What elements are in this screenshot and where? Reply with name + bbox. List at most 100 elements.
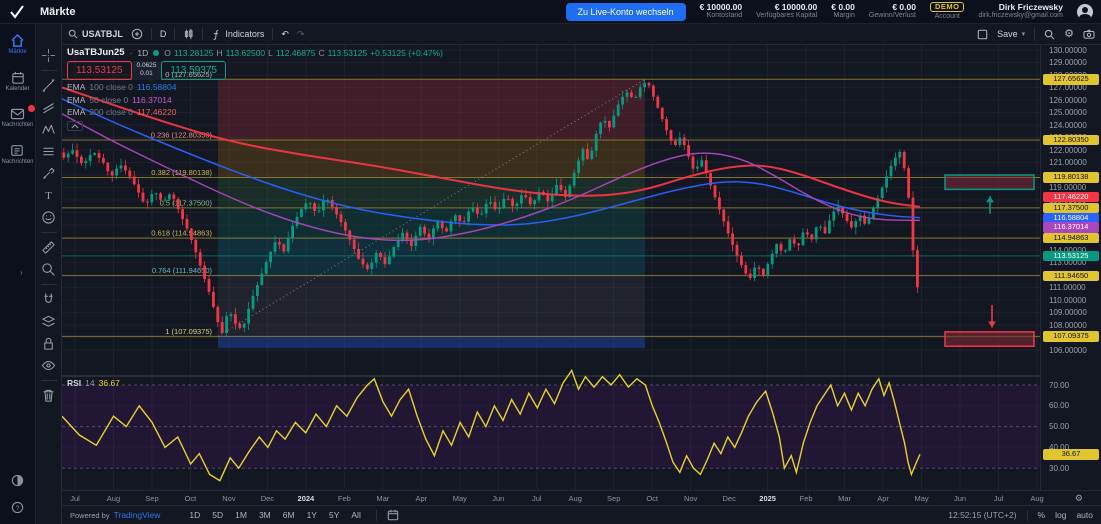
stat-label: Margin (833, 12, 854, 20)
redo-button[interactable]: ↷ (297, 29, 305, 40)
crosshair-icon[interactable] (40, 48, 57, 63)
range-buttons: 1D 5D 1M 3M 6M 1Y 5Y All (184, 509, 365, 521)
resistance-zone-rect[interactable] (945, 175, 1034, 189)
toolbar-separator (41, 70, 57, 71)
time-axis[interactable]: ⚙ JulAugSepOctNovDec2024FebMarAprMayJunJ… (62, 490, 1101, 505)
settings-gear-icon[interactable]: ⚙ (1064, 29, 1074, 40)
symbol-title[interactable]: UsaTBJun25 (67, 47, 125, 58)
range-3m[interactable]: 3M (254, 509, 276, 521)
range-5y[interactable]: 5Y (324, 509, 344, 521)
sidebar-item-nachrichten-mail[interactable]: Nachrichten (1, 108, 33, 128)
range-6m[interactable]: 6M (278, 509, 300, 521)
price-tick-label: 130.00000 (1049, 46, 1087, 55)
ema-50-legend[interactable]: EMA 50 close 0 116.37014 (67, 95, 443, 105)
sidebar-item-label: Nachrichten (1, 159, 33, 165)
range-5d[interactable]: 5D (207, 509, 228, 521)
toolbar-collapse-handle[interactable]: › (20, 268, 23, 277)
plus-circle-icon (131, 28, 143, 40)
tradingview-link[interactable]: TradingView (114, 510, 161, 520)
time-axis-label: Jun (945, 494, 975, 503)
fib-level-label: 0.618 (114.94863) (151, 229, 212, 238)
magnifier-icon[interactable] (40, 262, 57, 277)
sidebar-item-nachrichten-news[interactable]: Nachrichten (1, 144, 33, 165)
fib-level-label: 0.236 (122.80350) (151, 130, 213, 139)
rsi-tick-label: 30.00 (1049, 464, 1069, 473)
eye-icon[interactable] (40, 358, 57, 373)
interval-button[interactable]: D (160, 29, 167, 39)
chart-body[interactable]: 0 (127.65625)0.236 (122.80350)0.382 (119… (62, 45, 1101, 505)
buy-ask-button[interactable]: 113.59375 (161, 61, 226, 80)
ema-100-legend[interactable]: EMA 100 close 0 116.58804 (67, 82, 443, 92)
help-icon[interactable]: ? (11, 501, 24, 514)
support-zone-rect[interactable] (945, 332, 1034, 346)
time-axis-label: May (907, 494, 937, 503)
arrow-down-marker[interactable] (988, 305, 996, 328)
app-sidebar: Märkte Kalender Nachrichten Nachrichten … (0, 24, 36, 524)
go-to-date-calendar-icon[interactable] (387, 509, 399, 521)
price-badge-ema50: 116.37014 (1043, 222, 1099, 232)
range-1d[interactable]: 1D (184, 509, 205, 521)
price-tick-label: 106.00000 (1049, 346, 1087, 355)
sell-bid-button[interactable]: 113.53125 (67, 61, 132, 80)
clock-time[interactable]: 12:52:15 (UTC+2) (948, 510, 1016, 520)
symbol-search[interactable]: USATBJL (68, 29, 123, 39)
undo-button[interactable]: ↶ (281, 29, 289, 40)
demo-badge: DEMO (930, 2, 965, 12)
emoji-icon[interactable] (40, 210, 57, 225)
time-axis-label: Aug (560, 494, 590, 503)
time-axis-label: Oct (637, 494, 667, 503)
chart-style-button[interactable] (183, 28, 194, 40)
trend-line-icon[interactable] (40, 78, 57, 93)
percent-scale-toggle[interactable]: % (1038, 510, 1046, 520)
parallel-channel-icon[interactable] (40, 100, 57, 115)
price-tick-label: 119.00000 (1049, 183, 1086, 192)
magnet-icon[interactable] (40, 292, 57, 307)
objects-icon[interactable] (40, 314, 57, 329)
auto-scale-toggle[interactable]: auto (1076, 510, 1093, 520)
stat-verfuegbares-kapital: € 10000.00 Verfügbares Kapital (756, 3, 817, 21)
text-icon[interactable]: T (40, 188, 57, 203)
rsi-value: 36.67 (99, 378, 120, 388)
price-badge-ema100: 116.58804 (1043, 213, 1099, 223)
axis-settings-gear-icon[interactable]: ⚙ (1075, 493, 1083, 504)
save-button[interactable]: Save ▾ (997, 29, 1025, 39)
price-axis[interactable]: 106.00000107.00000108.00000109.00000110.… (1040, 45, 1101, 490)
trash-icon[interactable] (40, 388, 57, 403)
time-axis-label: Oct (175, 494, 205, 503)
price-badge-fib: 119.80138 (1043, 172, 1099, 182)
price-badge-fib: 111.94650 (1043, 271, 1099, 281)
fib-channel-icon[interactable] (40, 144, 57, 159)
time-axis-label: Mar (830, 494, 860, 503)
multichart-layout-icon[interactable] (977, 29, 988, 40)
rsi-legend[interactable]: RSI 14 36.67 (67, 378, 120, 388)
sidebar-item-label: Kalender (5, 86, 29, 92)
avatar[interactable] (1077, 4, 1093, 20)
mail-icon (10, 108, 25, 120)
arrow-up-marker[interactable] (986, 196, 994, 214)
camera-snapshot-icon[interactable] (1083, 29, 1095, 39)
compare-add-button[interactable] (131, 28, 143, 40)
xabcd-pattern-icon[interactable] (40, 122, 57, 137)
ruler-icon[interactable] (40, 240, 57, 255)
sidebar-item-maerkte[interactable]: Märkte (8, 34, 26, 55)
range-1m[interactable]: 1M (230, 509, 252, 521)
time-axis-label: May (445, 494, 475, 503)
powered-by-label: Powered by (70, 511, 110, 520)
sidebar-item-kalender[interactable]: Kalender (5, 71, 29, 92)
ohlc-h-label: H (216, 48, 222, 58)
brush-icon[interactable] (40, 166, 57, 181)
lock-icon[interactable] (40, 336, 57, 351)
indicators-button[interactable]: Indicators (211, 29, 264, 40)
sidebar-item-label: Nachrichten (1, 122, 33, 128)
stat-label: Kontostand (707, 12, 742, 20)
log-scale-toggle[interactable]: log (1055, 510, 1066, 520)
search-icon (68, 29, 78, 39)
range-1y[interactable]: 1Y (302, 509, 322, 521)
quick-search-icon[interactable] (1044, 29, 1055, 40)
time-axis-label: Dec (714, 494, 744, 503)
ema-200-legend[interactable]: EMA 200 close 0 117.46220 (67, 107, 443, 117)
theme-toggle-icon[interactable] (11, 474, 24, 487)
switch-live-account-button[interactable]: Zu Live-Konto wechseln (566, 3, 686, 21)
legend-collapse-button[interactable] (67, 121, 83, 131)
range-all[interactable]: All (346, 509, 365, 521)
